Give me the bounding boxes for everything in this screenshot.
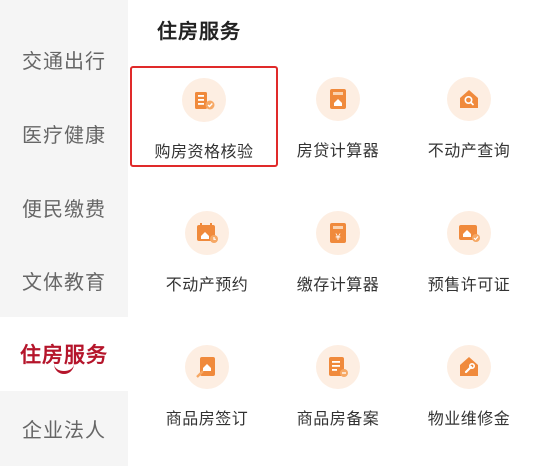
tile-label: 物业维修金 [427,409,511,428]
sidebar-item-culture-education[interactable]: 文体教育 [0,243,128,317]
tile-mortgage-calculator[interactable]: 房贷计算器 [265,67,411,167]
tile-label: 房贷计算器 [296,141,380,160]
sidebar-item-transport[interactable]: 交通出行 [0,22,128,96]
active-indicator [54,364,74,374]
tile-commercial-housing-signing[interactable]: 商品房签订 [134,335,280,435]
sidebar-item-label: 便民缴费 [22,196,106,221]
calendar-house-icon [185,211,229,255]
document-record-icon [316,345,360,389]
sidebar-item-label: 企业法人 [22,417,106,442]
sidebar-item-label: 文体教育 [22,269,106,294]
svg-text:¥: ¥ [335,233,341,243]
section-title: 住房服务 [157,19,241,43]
tile-label: 缴存计算器 [296,275,380,294]
wrench-icon [447,345,491,389]
tile-label: 不动产预约 [165,275,249,294]
tile-label: 预售许可证 [427,275,511,294]
tile-label: 商品房签订 [165,409,249,428]
tile-real-estate-appointment[interactable]: 不动产预约 [134,201,280,301]
house-search-icon [447,77,491,121]
yuan-calculator-icon: ¥ [316,211,360,255]
sidebar-item-payments[interactable]: 便民缴费 [0,170,128,244]
sidebar-item-label: 交通出行 [22,48,106,73]
house-calculator-icon [316,77,360,121]
tile-presale-permit[interactable]: 预售许可证 [396,201,536,301]
contract-sign-icon [185,345,229,389]
sidebar-item-enterprise[interactable]: 企业法人 [0,391,128,465]
sidebar-item-housing[interactable]: 住房服务 [0,317,128,391]
tile-property-maintenance-fund[interactable]: 物业维修金 [396,335,536,435]
tile-label: 购房资格核验 [154,142,254,161]
tile-commercial-housing-record[interactable]: 商品房备案 [265,335,411,435]
tile-purchase-eligibility[interactable]: 购房资格核验 [130,66,278,167]
tile-label: 商品房备案 [296,409,380,428]
sidebar-item-label: 医疗健康 [22,122,106,147]
building-check-icon [182,78,226,122]
category-sidebar: 交通出行 医疗健康 便民缴费 文体教育 住房服务 企业法人 [0,0,128,466]
tile-label: 不动产查询 [427,141,511,160]
tile-deposit-calculator[interactable]: ¥ 缴存计算器 [265,201,411,301]
house-certificate-icon [447,211,491,255]
tile-real-estate-query[interactable]: 不动产查询 [396,67,536,167]
sidebar-item-medical[interactable]: 医疗健康 [0,96,128,170]
